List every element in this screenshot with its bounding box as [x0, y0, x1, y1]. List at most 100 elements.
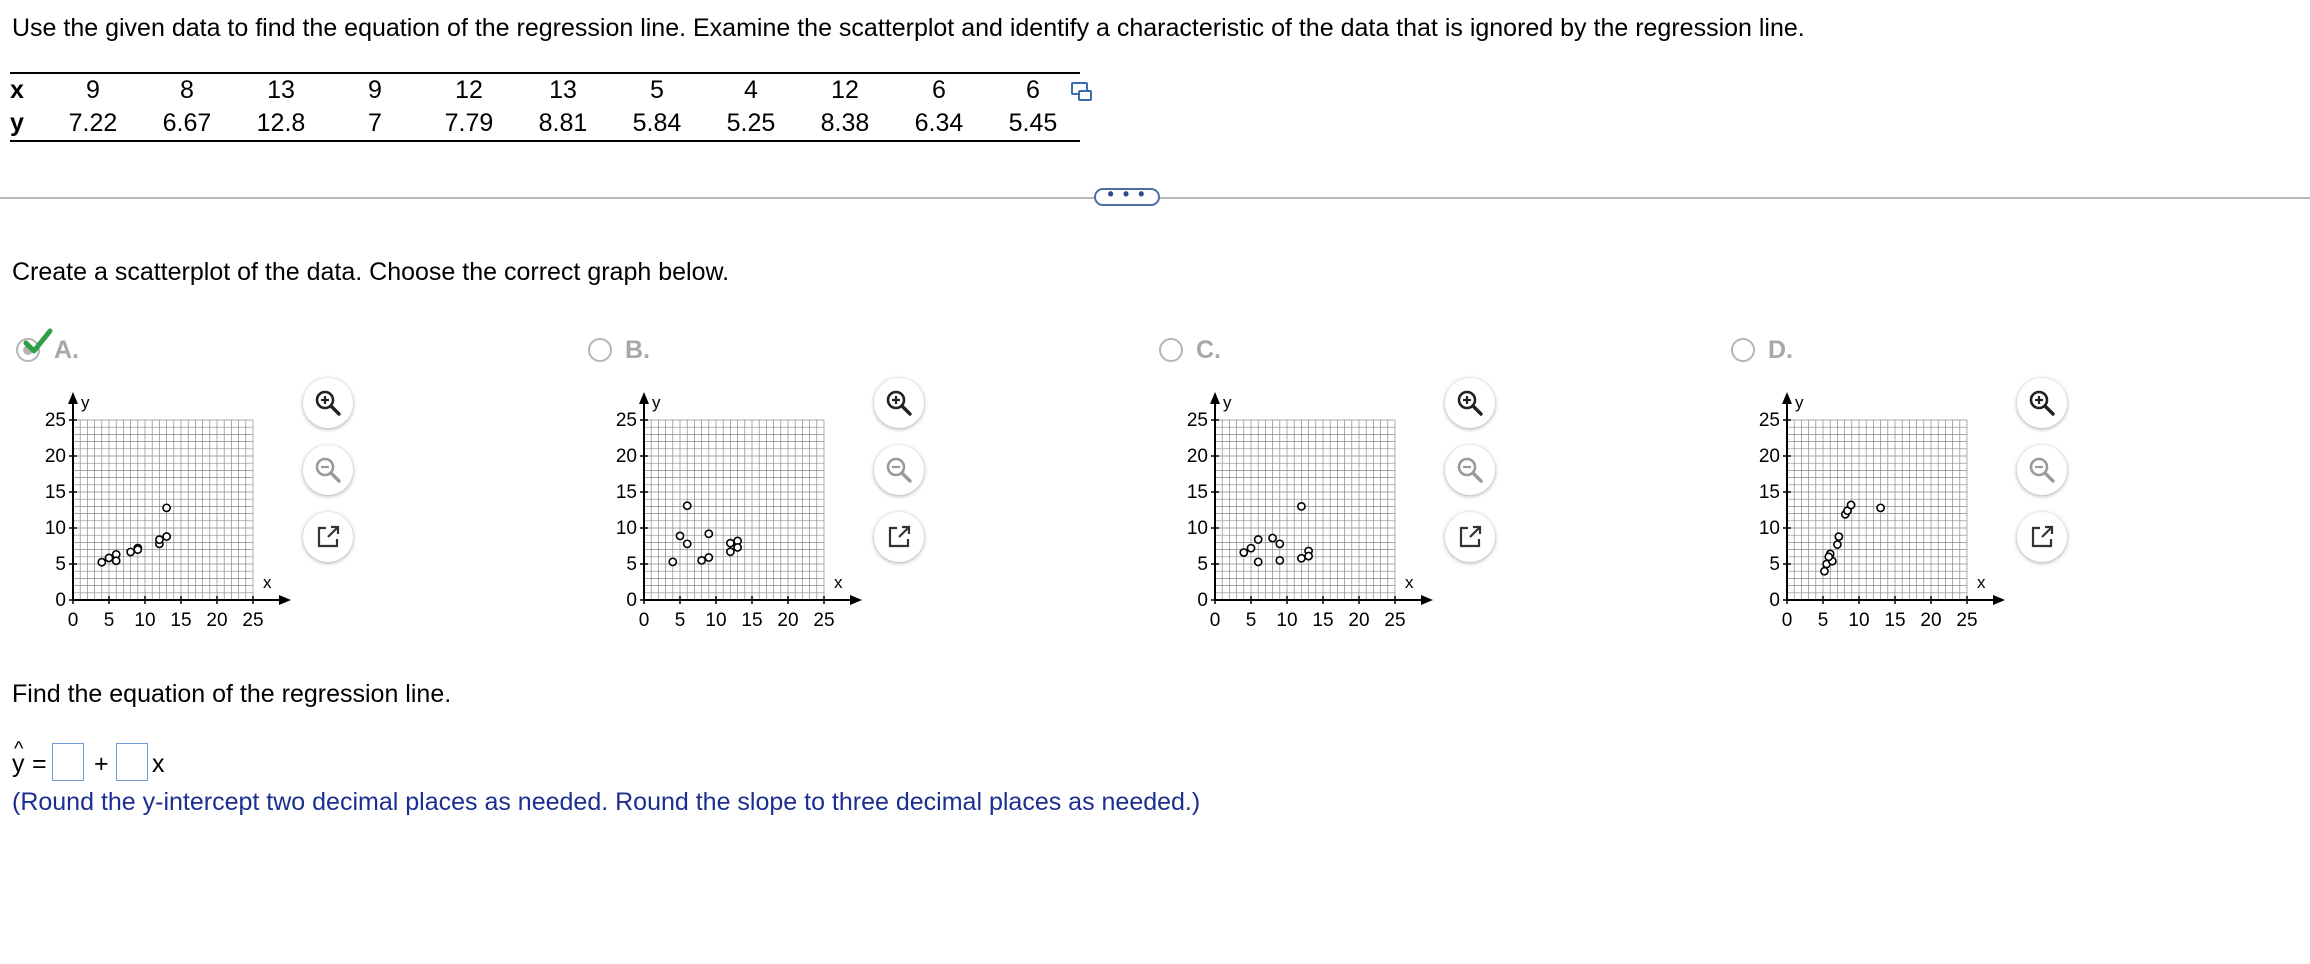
x-tick-label: 5 [1818, 610, 1829, 631]
zoom-in-icon [886, 390, 912, 416]
data-point [1275, 539, 1285, 549]
option-b-radio[interactable] [588, 338, 612, 362]
x-axis-arrow [1993, 595, 2005, 605]
data-point [1275, 555, 1285, 565]
x-tick-label: 20 [1920, 610, 1941, 631]
y-tick-label: 0 [626, 590, 637, 611]
pop-out-button[interactable] [874, 512, 924, 562]
x-cell: 5 [610, 72, 704, 107]
pop-out-button[interactable] [1445, 512, 1495, 562]
option-d-radio[interactable] [1731, 338, 1755, 362]
data-point [162, 503, 171, 513]
data-point [133, 545, 143, 554]
x-cell: 9 [328, 72, 422, 107]
y-tick-label: 20 [1759, 446, 1780, 467]
y-tick-label: 25 [616, 410, 637, 431]
problem-prompt: Use the given data to find the equation … [12, 14, 1805, 42]
y-tick-label: 0 [1197, 590, 1208, 611]
y-tick-label: 15 [1759, 482, 1780, 503]
zoom-in-icon [315, 390, 341, 416]
y-axis-arrow [68, 392, 78, 404]
zoom-in-icon [2029, 390, 2055, 416]
plus-sign: + [94, 750, 109, 778]
x-header: x [10, 72, 46, 107]
zoom-in-button[interactable] [1445, 378, 1495, 428]
y-tick-label: 5 [1197, 554, 1208, 575]
data-point [1253, 535, 1263, 544]
data-point [1876, 503, 1885, 513]
data-point [1253, 557, 1263, 567]
question-instruction: Create a scatterplot of the data. Choose… [12, 258, 730, 286]
zoom-out-button[interactable] [874, 445, 924, 495]
zoom-in-button[interactable] [2017, 378, 2067, 428]
x-cell: 12 [798, 72, 892, 107]
data-point [1834, 532, 1844, 542]
x-tick-label: 25 [1384, 610, 1405, 631]
y-cell: 5.45 [986, 107, 1080, 142]
x-cell: 13 [234, 72, 328, 107]
option-a-scatterplot: y x 0 5 10 15 20 25 0 5 10 15 20 25 [45, 392, 291, 631]
y-tick-label: 20 [1187, 446, 1208, 467]
zoom-in-button[interactable] [874, 378, 924, 428]
zoom-out-button[interactable] [1445, 445, 1495, 495]
option-c-radio[interactable] [1159, 338, 1183, 362]
grid [643, 419, 825, 601]
data-table: x 9 8 13 9 12 13 5 4 12 6 6 y 7.22 6.67 … [10, 72, 1080, 142]
slope-input[interactable] [116, 743, 148, 781]
hat-symbol: ^ [14, 738, 24, 760]
x-axis-label: x [834, 573, 843, 592]
equals-sign: = [32, 750, 47, 778]
data-point [104, 553, 114, 563]
option-c-scatterplot: y x 0 5 10 15 20 25 0 5 10 15 20 25 [1187, 392, 1433, 631]
x-tick-label: 5 [1246, 610, 1257, 631]
intercept-input[interactable] [52, 743, 84, 781]
data-point [682, 539, 692, 549]
x-tick-label: 5 [104, 610, 115, 631]
pop-out-icon [888, 525, 911, 548]
y-axis-label: y [1223, 393, 1232, 412]
data-point [162, 532, 171, 541]
data-point [1239, 548, 1249, 557]
data-point [1304, 551, 1313, 561]
y-tick-label: 5 [626, 554, 637, 575]
y-tick-label: 5 [55, 554, 66, 575]
x-tick-label: 10 [1848, 610, 1869, 631]
zoom-out-button[interactable] [303, 445, 353, 495]
x-tick-label: 20 [777, 610, 798, 631]
data-point [1824, 552, 1834, 562]
zoom-out-icon [886, 457, 912, 483]
y-cell: 5.84 [610, 107, 704, 142]
zoom-out-button[interactable] [2017, 445, 2067, 495]
x-tick-label: 10 [1276, 610, 1297, 631]
pop-out-button[interactable] [303, 512, 353, 562]
expand-more-button[interactable]: • • • [1094, 185, 1160, 206]
y-row: y 7.22 6.67 12.8 7 7.79 8.81 5.84 5.25 8… [10, 107, 1080, 142]
y-cell: 8.81 [516, 107, 610, 142]
y-cell: 8.38 [798, 107, 892, 142]
y-tick-label: 20 [616, 446, 637, 467]
data-point [733, 543, 742, 552]
y-tick-label: 0 [55, 590, 66, 611]
option-a-label: A. [54, 336, 79, 364]
y-tick-label: 0 [1769, 590, 1780, 611]
data-point [704, 529, 714, 539]
data-point [704, 553, 714, 562]
pop-out-button[interactable] [2017, 512, 2067, 562]
x-axis-arrow [850, 595, 862, 605]
y-hat: ^ y [12, 738, 25, 779]
zoom-in-button[interactable] [303, 378, 353, 428]
data-point [1296, 502, 1306, 511]
x-row: x 9 8 13 9 12 13 5 4 12 6 6 [10, 72, 1080, 107]
x-tick-label: 15 [170, 610, 191, 631]
y-tick-label: 25 [1759, 410, 1780, 431]
x-cell: 6 [986, 72, 1080, 107]
y-cell: 5.25 [704, 107, 798, 142]
data-point [675, 531, 685, 541]
y-header: y [10, 107, 46, 142]
x-cell: 13 [516, 72, 610, 107]
x-axis-label: x [1977, 573, 1986, 592]
option-c-label: C. [1196, 336, 1221, 364]
pop-out-icon [317, 525, 340, 548]
copy-data-icon[interactable] [1070, 80, 1094, 104]
y-axis-arrow [639, 392, 649, 404]
